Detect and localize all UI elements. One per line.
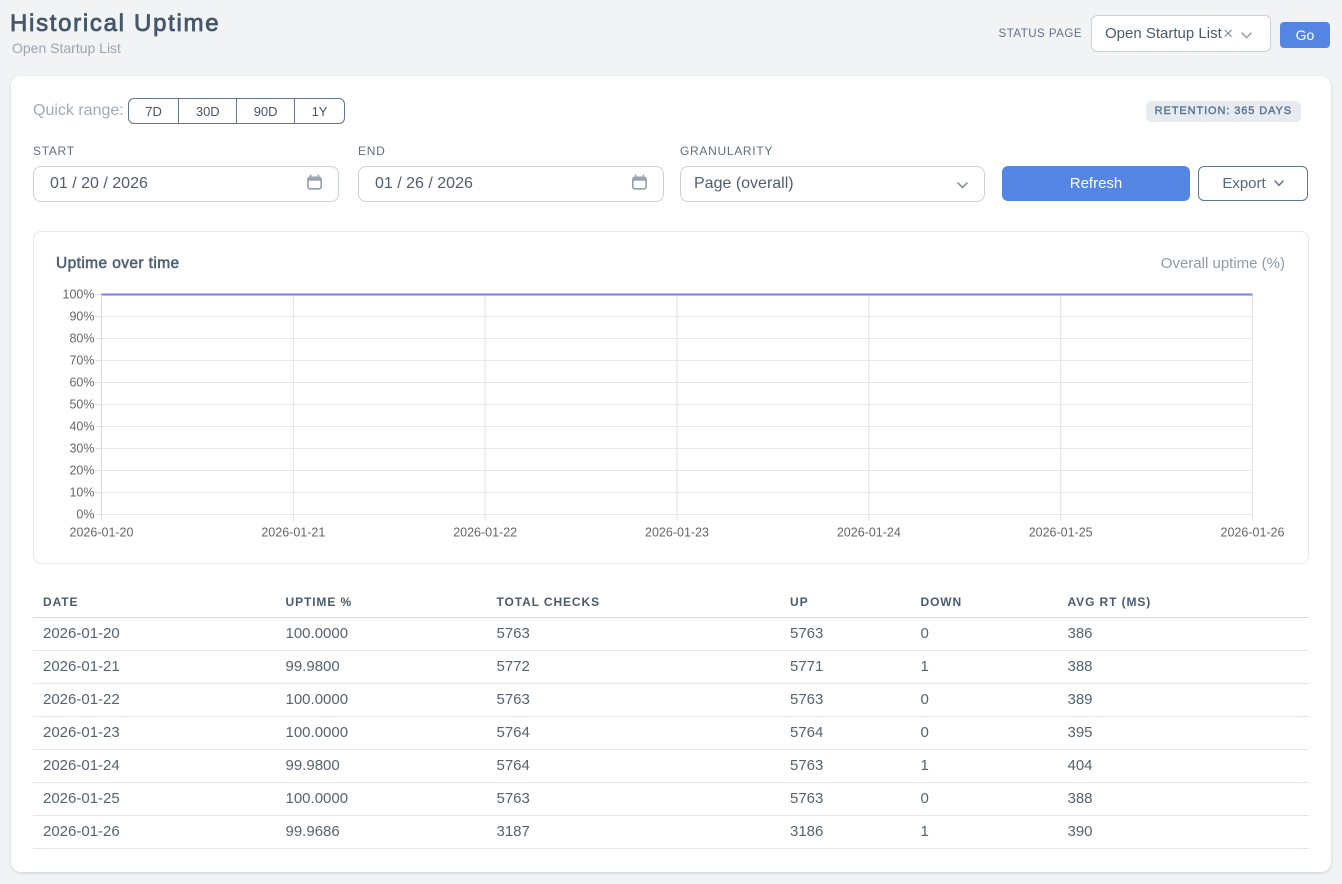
svg-text:2026-01-23: 2026-01-23: [645, 526, 709, 540]
svg-text:90%: 90%: [69, 310, 94, 324]
svg-text:2026-01-21: 2026-01-21: [261, 526, 325, 540]
svg-text:10%: 10%: [69, 486, 94, 500]
svg-text:20%: 20%: [69, 464, 94, 478]
svg-text:80%: 80%: [69, 332, 94, 346]
svg-text:40%: 40%: [69, 420, 94, 434]
svg-text:30%: 30%: [69, 442, 94, 456]
svg-text:0%: 0%: [76, 508, 94, 522]
svg-text:2026-01-20: 2026-01-20: [70, 526, 134, 540]
svg-text:2026-01-25: 2026-01-25: [1029, 526, 1093, 540]
svg-text:100%: 100%: [63, 288, 95, 302]
svg-text:2026-01-26: 2026-01-26: [1221, 526, 1285, 540]
svg-text:50%: 50%: [69, 398, 94, 412]
svg-text:70%: 70%: [69, 354, 94, 368]
svg-text:2026-01-22: 2026-01-22: [453, 526, 517, 540]
svg-text:60%: 60%: [69, 376, 94, 390]
svg-text:2026-01-24: 2026-01-24: [837, 526, 901, 540]
